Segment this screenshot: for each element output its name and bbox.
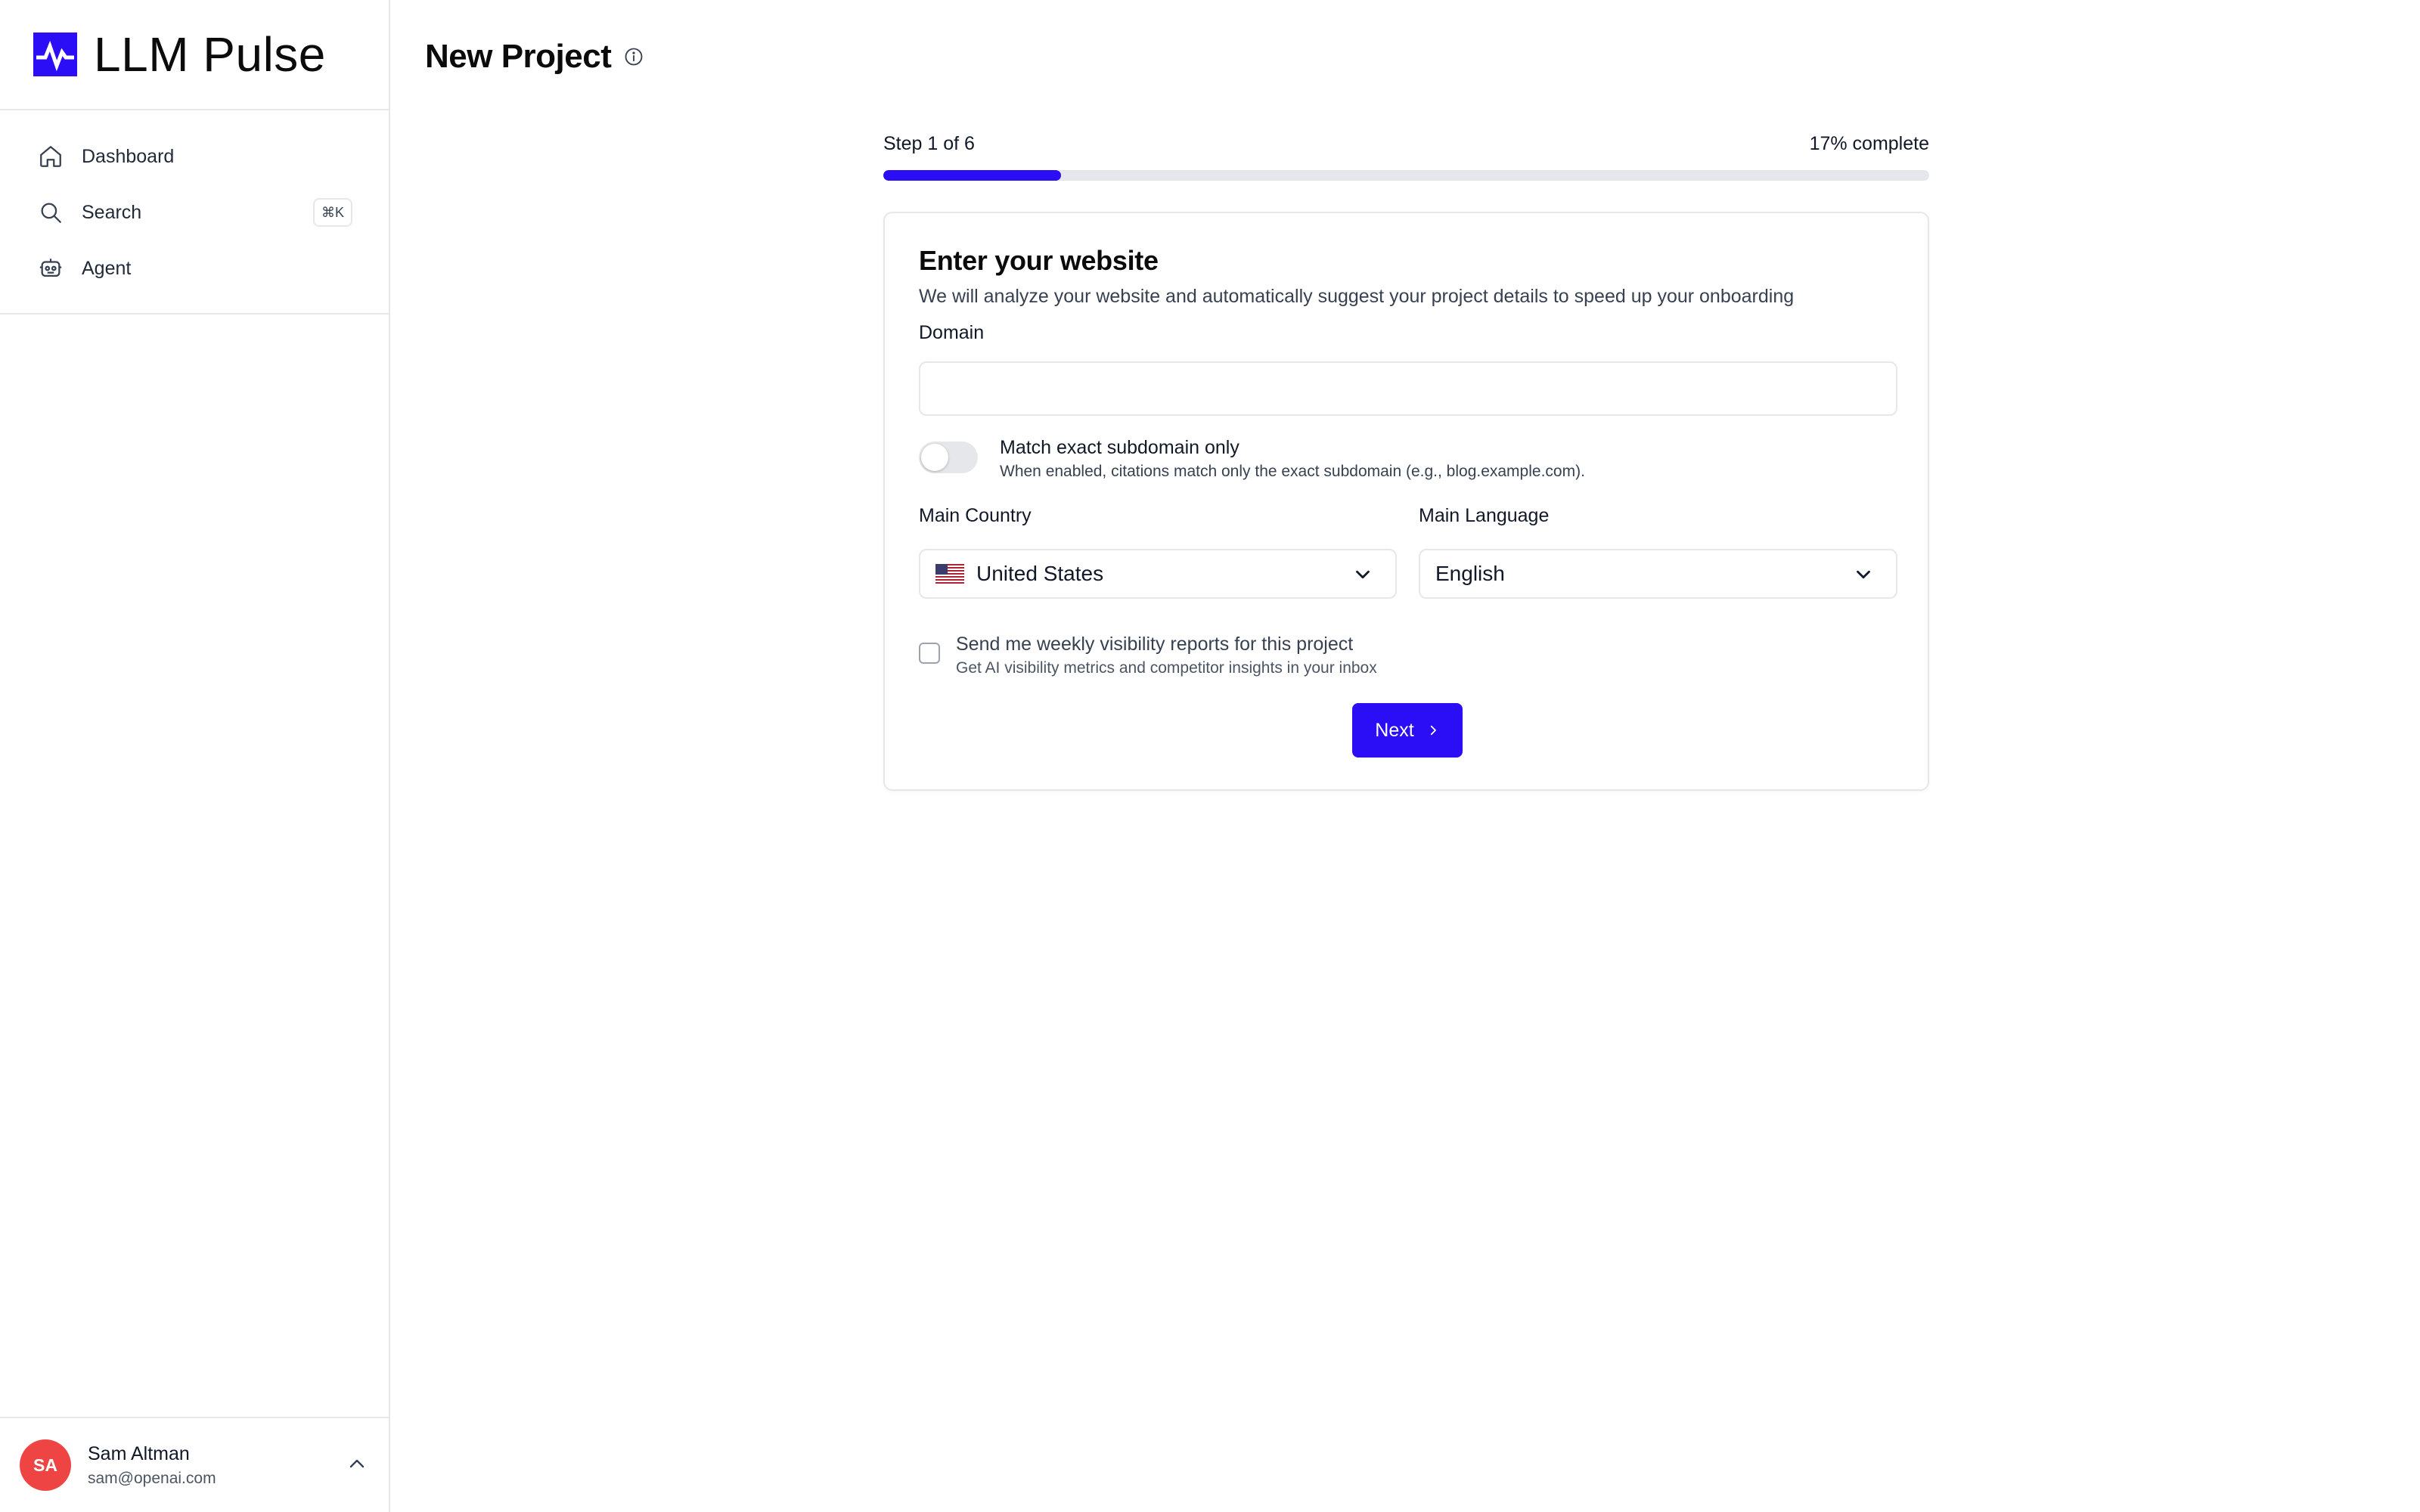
country-select-value: United States: [976, 562, 1104, 585]
subdomain-toggle[interactable]: [919, 442, 978, 473]
language-label: Main Language: [1419, 505, 1550, 526]
toggle-knob: [921, 444, 948, 471]
next-button-label: Next: [1375, 719, 1414, 741]
sidebar-item-label: Search: [82, 201, 142, 223]
chevron-down-icon: [1356, 570, 1370, 579]
subdomain-toggle-help: When enabled, citations match only the e…: [1000, 463, 1585, 480]
chevron-right-icon: [1426, 723, 1440, 737]
weekly-reports-checkbox[interactable]: [919, 643, 940, 664]
next-button[interactable]: Next: [1352, 703, 1463, 758]
website-form-card: Enter your website We will analyze your …: [883, 212, 1929, 791]
subdomain-toggle-label: Match exact subdomain only: [1000, 437, 1239, 458]
chevron-down-icon: [1857, 570, 1870, 579]
user-name: Sam Altman: [88, 1442, 190, 1464]
domain-input[interactable]: [919, 361, 1897, 416]
user-info: Sam Altman sam@openai.com: [88, 1443, 216, 1488]
language-select[interactable]: English: [1419, 549, 1897, 599]
form-subtitle: We will analyze your website and automat…: [919, 286, 1795, 307]
brand-name: LLM Pulse: [94, 27, 326, 82]
home-icon: [38, 144, 64, 169]
onboarding-progress: Step 1 of 6 17% complete: [883, 133, 1929, 181]
user-menu[interactable]: SA Sam Altman sam@openai.com: [0, 1417, 390, 1512]
info-icon[interactable]: [623, 46, 644, 67]
form-title: Enter your website: [919, 245, 1159, 276]
sidebar-nav: Dashboard Search ⌘K Agent: [0, 110, 389, 314]
sidebar-item-label: Dashboard: [82, 145, 175, 167]
percent-complete: 17% complete: [1809, 133, 1929, 154]
sidebar-item-search[interactable]: Search ⌘K: [0, 184, 389, 240]
user-email: sam@openai.com: [88, 1469, 216, 1487]
sidebar-item-label: Agent: [82, 257, 132, 279]
chevron-up-icon[interactable]: [345, 1452, 369, 1476]
progress-bar: [883, 170, 1929, 181]
step-indicator: Step 1 of 6: [883, 133, 975, 154]
language-select-value: English: [1435, 562, 1505, 585]
search-shortcut-badge: ⌘K: [313, 198, 352, 227]
weekly-reports-help: Get AI visibility metrics and competitor…: [956, 659, 1377, 677]
app-root: LLM Pulse Dashboard Search ⌘K Agent SA S…: [0, 0, 2420, 1512]
sidebar-item-dashboard[interactable]: Dashboard: [0, 129, 389, 184]
weekly-reports-label: Send me weekly visibility reports for th…: [956, 634, 1354, 655]
agent-icon: [38, 256, 64, 281]
brand[interactable]: LLM Pulse: [0, 0, 389, 110]
us-flag-icon: [935, 564, 964, 584]
avatar: SA: [20, 1439, 71, 1491]
page-title: New Project: [425, 38, 612, 75]
country-label: Main Country: [919, 505, 1032, 526]
page-header: New Project: [425, 38, 644, 76]
pulse-logo-icon: [33, 33, 77, 76]
progress-bar-fill: [883, 170, 1062, 181]
sidebar-item-agent[interactable]: Agent: [0, 240, 389, 296]
search-icon: [38, 200, 64, 225]
progress-labels: Step 1 of 6 17% complete: [883, 133, 1929, 155]
sidebar: LLM Pulse Dashboard Search ⌘K Agent SA S…: [0, 0, 390, 1512]
country-select[interactable]: United States: [919, 549, 1397, 599]
domain-label: Domain: [919, 322, 985, 343]
